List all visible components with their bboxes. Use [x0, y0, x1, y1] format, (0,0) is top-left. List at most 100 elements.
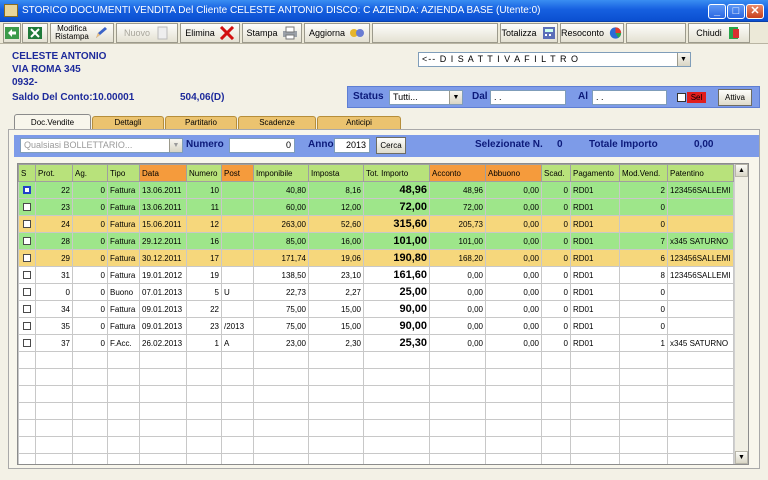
customer-name: CELESTE ANTONIO — [12, 51, 107, 62]
table-row[interactable]: 24 0 Fattura 15.06.2011 12 263,00 52,60 315,60 2… — [18, 215, 734, 233]
column-header[interactable]: Mod.Vend. — [619, 164, 668, 182]
chiudi-button[interactable]: Chiudi — [688, 23, 750, 43]
al-date-input[interactable]: . . — [592, 90, 667, 105]
table-row[interactable]: 22 0 Fattura 13.06.2011 10 40,80 8,16 48,96 48,9… — [18, 181, 734, 199]
attiva-button[interactable]: Attiva — [718, 89, 752, 106]
tab-scadenze[interactable]: Scadenze — [238, 116, 316, 129]
totalizza-button[interactable]: Totalizza — [500, 23, 558, 43]
cell-scad: 0 — [541, 334, 571, 352]
column-header[interactable]: Numero — [186, 164, 222, 182]
row-checkbox[interactable] — [23, 220, 31, 229]
column-header[interactable]: Data — [139, 164, 187, 182]
table-row[interactable]: 35 0 Fattura 09.01.2013 23/2013 75,00 15,00 90,… — [18, 317, 734, 335]
resoconto-button[interactable]: Resoconto — [560, 23, 624, 43]
row-select-cell[interactable] — [18, 232, 36, 250]
empty-cell — [72, 436, 108, 454]
filter-select[interactable]: <-- D I S A T T I V A F I L T R O ▼ — [418, 52, 691, 67]
row-checkbox[interactable] — [23, 254, 31, 263]
empty-cell — [139, 453, 187, 464]
tab-partitario[interactable]: Partitario — [165, 116, 237, 129]
table-row[interactable]: 23 0 Fattura 13.06.2011 11 60,00 12,00 72,00 72,… — [18, 198, 734, 216]
cell-numero: 12 — [186, 215, 222, 233]
title-bar: STORICO DOCUMENTI VENDITA Del Cliente CE… — [0, 0, 768, 22]
elimina-button[interactable]: Elimina — [180, 23, 240, 43]
row-select-cell[interactable] — [18, 181, 36, 199]
back-icon-button[interactable] — [3, 23, 21, 43]
column-header[interactable]: Tot. Importo — [363, 164, 430, 182]
empty-cell — [541, 368, 571, 386]
tab-anticipi[interactable]: Anticipi — [317, 116, 401, 129]
row-checkbox[interactable] — [23, 339, 31, 348]
row-checkbox[interactable] — [23, 271, 31, 280]
row-select-cell[interactable] — [18, 283, 36, 301]
cerca-button[interactable]: Cerca — [376, 137, 406, 154]
column-header[interactable]: Tipo — [107, 164, 140, 182]
sel-checkbox[interactable] — [677, 93, 686, 102]
row-select-cell[interactable] — [18, 198, 36, 216]
column-header[interactable]: Abbuono — [485, 164, 542, 182]
empty-cell — [485, 419, 542, 437]
column-header[interactable]: S — [18, 164, 36, 182]
column-header[interactable]: Imponibile — [253, 164, 309, 182]
row-select-cell[interactable] — [18, 249, 36, 267]
row-checkbox[interactable] — [23, 322, 31, 331]
column-header[interactable]: Prot. — [35, 164, 73, 182]
tab-doc-vendite[interactable]: Doc.Vendite — [14, 114, 91, 130]
column-header[interactable]: Ag. — [72, 164, 108, 182]
row-checkbox[interactable] — [23, 305, 31, 314]
row-select-cell[interactable] — [18, 300, 36, 318]
column-header[interactable]: Patentino — [667, 164, 734, 182]
empty-cell — [308, 368, 364, 386]
row-checkbox[interactable] — [23, 203, 31, 212]
table-row[interactable]: 31 0 Fattura 19.01.2012 19 138,50 23,10 161,60 0… — [18, 266, 734, 284]
cell-data: 19.01.2012 — [139, 266, 187, 284]
column-header[interactable]: Acconto — [429, 164, 486, 182]
close-button[interactable]: ✕ — [746, 4, 764, 19]
dal-date-input[interactable]: . . — [490, 90, 566, 105]
table-row[interactable]: 37 0 F.Acc. 26.02.2013 1 A 23,00 2,30 25,30 0,00 0… — [18, 334, 734, 352]
table-row[interactable]: 0 0 Buono 07.01.2013 5 U 22,73 2,27 25,00 0,00 0,0… — [18, 283, 734, 301]
excel-button[interactable] — [22, 23, 48, 43]
cell-data: 13.06.2011 — [139, 198, 187, 216]
modifica-ristampa-button[interactable]: Modifica Ristampa — [50, 23, 114, 43]
row-select-cell[interactable] — [18, 215, 36, 233]
empty-cell — [619, 436, 668, 454]
numero-input[interactable]: 0 — [229, 138, 295, 153]
scroll-up-icon[interactable]: ▲ — [735, 164, 748, 177]
column-header[interactable]: Imposta — [308, 164, 364, 182]
bollettario-select-value: Qualsiasi BOLLETTARIO... — [24, 140, 133, 150]
column-header[interactable]: Post — [221, 164, 254, 182]
maximize-button[interactable]: □ — [727, 4, 745, 19]
column-header[interactable]: Pagamento — [570, 164, 620, 182]
bollettario-select[interactable]: Qualsiasi BOLLETTARIO... ▼ — [20, 138, 183, 153]
table-row[interactable]: 28 0 Fattura 29.12.2011 16 85,00 16,00 101,00 10… — [18, 232, 734, 250]
empty-cell — [570, 453, 620, 464]
row-checkbox[interactable] — [23, 288, 31, 297]
row-select-cell[interactable] — [18, 334, 36, 352]
table-row[interactable]: 29 0 Fattura 30.12.2011 17 171,74 19,06 190,80 1… — [18, 249, 734, 267]
elimina-label: Elimina — [185, 28, 215, 38]
table-row[interactable]: 34 0 Fattura 09.01.2013 22 75,00 15,00 90,00 0,0… — [18, 300, 734, 318]
cell-scad: 0 — [541, 232, 571, 250]
tab-dettagli[interactable]: Dettagli — [92, 116, 164, 129]
nuovo-button[interactable]: Nuovo — [116, 23, 178, 43]
empty-cell — [253, 385, 309, 403]
stampa-button[interactable]: Stampa — [242, 23, 302, 43]
vertical-scrollbar[interactable]: ▲ ▼ — [734, 164, 748, 464]
empty-row — [18, 385, 734, 403]
aggiorna-button[interactable]: Aggiorna — [304, 23, 370, 43]
row-select-cell[interactable] — [18, 317, 36, 335]
row-checkbox[interactable] — [23, 237, 31, 246]
cell-tipo: Fattura — [107, 317, 140, 335]
scroll-down-icon[interactable]: ▼ — [735, 451, 748, 464]
cell-pat — [667, 283, 734, 301]
row-checkbox[interactable] — [23, 186, 31, 195]
anno-input[interactable]: 2013 — [334, 138, 370, 153]
numero-label: Numero — [186, 139, 224, 150]
minimize-button[interactable]: _ — [708, 4, 726, 19]
column-header[interactable]: Scad. — [541, 164, 571, 182]
empty-cell — [253, 419, 309, 437]
row-select-cell[interactable] — [18, 266, 36, 284]
cell-imposta: 52,60 — [308, 215, 364, 233]
status-select[interactable]: Tutti... ▼ — [389, 90, 463, 105]
